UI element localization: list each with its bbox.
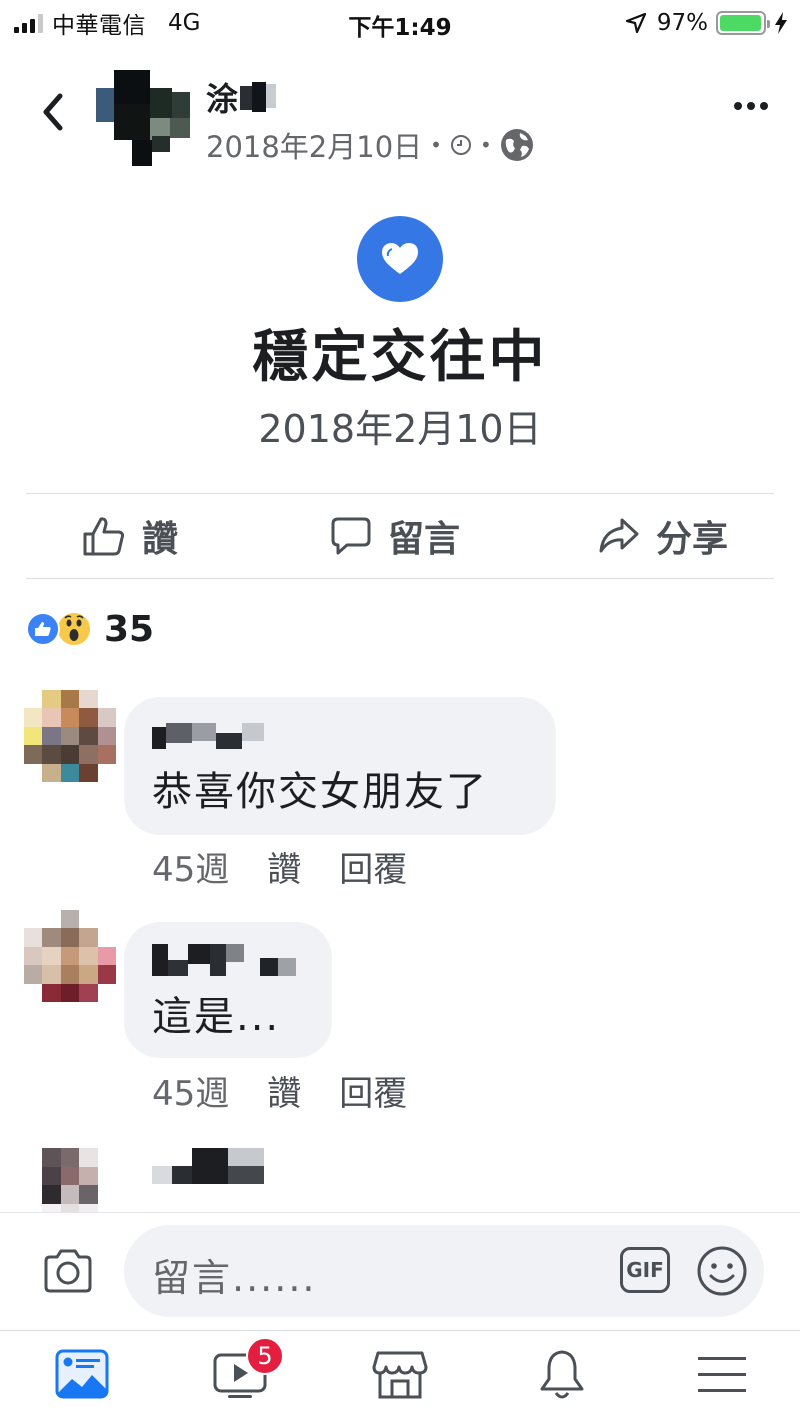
location-arrow-icon — [625, 12, 646, 34]
commenter-avatar[interactable] — [24, 690, 116, 782]
life-event-heart-icon — [357, 216, 443, 302]
news-feed-icon[interactable] — [54, 1347, 110, 1403]
commenter-avatar[interactable] — [42, 1148, 98, 1222]
comment-meta: 45週 讚 回覆 — [152, 1066, 407, 1115]
comment-input[interactable]: 留言...... GIF — [124, 1225, 764, 1317]
comment-meta: 45週 讚 回覆 — [152, 842, 407, 891]
commenter-avatar[interactable] — [24, 910, 116, 1002]
post-header: 涂 2018年2月10日 • • — [0, 58, 800, 168]
comment-text: 這是... — [152, 994, 281, 1040]
post-actions: 讚 留言 分享 — [26, 494, 774, 578]
more-options-icon[interactable] — [734, 102, 768, 110]
redacted-commenter-name[interactable] — [152, 944, 304, 984]
comment-bubble: 這是... — [124, 922, 332, 1058]
battery-percent: 97% — [656, 10, 708, 36]
life-event-title: 穩定交往中 — [252, 325, 548, 390]
wow-reaction-icon — [56, 611, 92, 647]
clock-icon — [450, 135, 471, 155]
comment-reply-button[interactable]: 回覆 — [339, 1066, 407, 1115]
comment-text: 恭喜你交女朋友了 — [152, 769, 488, 815]
bottom-tab-bar: 5 — [0, 1330, 800, 1423]
marketplace-icon[interactable] — [372, 1347, 428, 1403]
reaction-count: 35 — [104, 608, 155, 650]
camera-icon[interactable] — [42, 1247, 94, 1295]
redacted-commenter-name[interactable] — [152, 719, 528, 759]
post-meta: 2018年2月10日 • • — [206, 124, 534, 166]
emoji-icon[interactable] — [696, 1245, 748, 1297]
battery-icon — [716, 11, 770, 35]
status-bar: 中華電信 4G 下午1:49 97% — [0, 0, 800, 48]
poster-name[interactable]: 涂 — [206, 74, 277, 120]
back-chevron-icon[interactable] — [36, 88, 76, 136]
post-date[interactable]: 2018年2月10日 — [206, 124, 422, 166]
globe-icon — [500, 129, 533, 161]
comment-composer: 留言...... GIF — [0, 1212, 800, 1330]
comment-time[interactable]: 45週 — [152, 842, 229, 891]
share-arrow-icon — [599, 518, 639, 553]
comment-reply-button[interactable]: 回覆 — [339, 842, 407, 891]
watch-notification-badge: 5 — [246, 1337, 284, 1375]
redacted-name — [240, 82, 277, 112]
gif-button[interactable]: GIF — [620, 1247, 670, 1293]
divider — [26, 578, 774, 579]
share-button[interactable]: 分享 — [598, 494, 728, 578]
comment-button[interactable]: 留言 — [330, 494, 460, 578]
redacted-commenter-name[interactable] — [152, 1148, 264, 1188]
comment-input-placeholder: 留言...... — [152, 1256, 317, 1300]
comment-bubble: 恭喜你交女朋友了 — [124, 697, 556, 835]
thumbs-up-icon — [83, 517, 125, 556]
comment-icon — [331, 517, 371, 555]
life-event-date: 2018年2月10日 — [258, 407, 542, 451]
charging-bolt-icon — [775, 12, 787, 34]
comment-time[interactable]: 45週 — [152, 1066, 229, 1115]
like-reaction-icon — [26, 612, 60, 646]
comment-like-button[interactable]: 讚 — [267, 842, 301, 891]
notifications-bell-icon[interactable] — [534, 1347, 590, 1403]
menu-icon[interactable] — [694, 1347, 750, 1403]
comment-like-button[interactable]: 讚 — [267, 1066, 301, 1115]
reactions-summary[interactable]: 35 — [26, 606, 154, 652]
poster-avatar[interactable] — [96, 70, 190, 166]
like-button[interactable]: 讚 — [82, 494, 178, 578]
